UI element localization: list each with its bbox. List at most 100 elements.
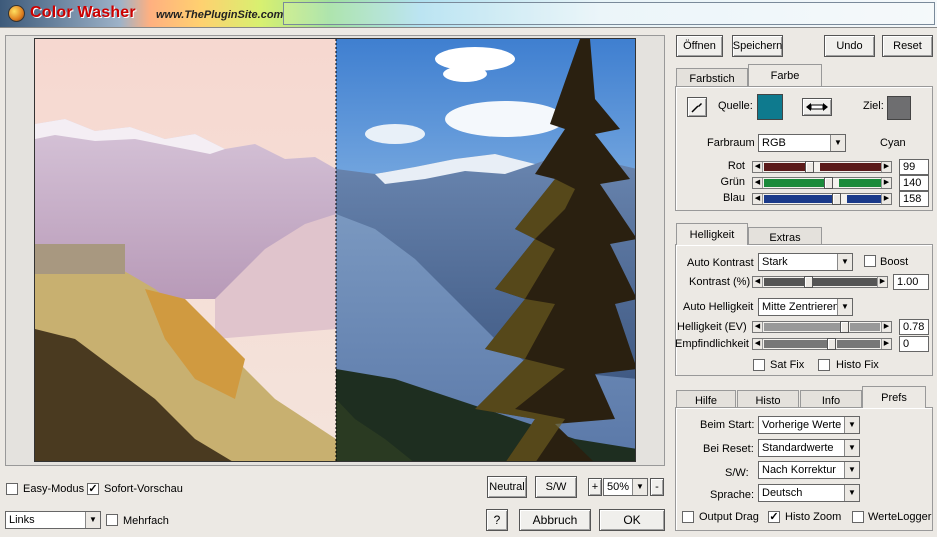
channel-label: Blau xyxy=(722,192,745,204)
auto-brightness-value: Mitte Zentrieren xyxy=(762,301,840,313)
eyedropper-button[interactable] xyxy=(687,97,707,117)
sensitivity-slider-track xyxy=(764,340,827,348)
histo-fix-label: Histo Fix xyxy=(836,359,879,371)
tab-helligkeit[interactable]: Helligkeit xyxy=(676,223,748,245)
slider-left-arrow-icon[interactable]: ◀ xyxy=(753,322,763,332)
undo-button[interactable]: Undo xyxy=(824,35,875,57)
channel-slider[interactable]: ◀ ▶ xyxy=(752,193,892,205)
channel-label: Rot xyxy=(727,160,745,172)
colorspace-label: Farbraum xyxy=(707,137,755,149)
sensitivity-value-field[interactable]: 0 xyxy=(899,336,929,352)
zoom-value: 50% xyxy=(607,481,630,493)
histo-zoom-checkbox[interactable]: ✓ xyxy=(768,511,780,523)
slider-left-arrow-icon[interactable]: ◀ xyxy=(753,162,763,172)
slider-right-arrow-icon[interactable]: ▶ xyxy=(881,194,891,204)
zoom-out-button[interactable]: - xyxy=(650,478,664,496)
brightness-slider-track xyxy=(764,323,840,331)
sw-setting-value: Nach Korrektur xyxy=(762,464,836,476)
brightness-slider-thumb[interactable] xyxy=(840,321,849,333)
language-label: Sprache: xyxy=(710,489,755,501)
easy-mode-label: Easy-Modus xyxy=(23,483,85,495)
auto-brightness-label: Auto Helligkeit xyxy=(683,301,754,313)
swap-colors-button[interactable] xyxy=(802,98,832,116)
app-title: Color Washer xyxy=(30,4,136,21)
contrast-slider-thumb[interactable] xyxy=(804,276,813,288)
channel-value-field[interactable]: 158 xyxy=(899,191,929,207)
live-preview-label: Sofort-Vorschau xyxy=(104,483,183,495)
chevron-down-icon: ▼ xyxy=(844,485,859,501)
slider-left-arrow-icon[interactable]: ◀ xyxy=(753,194,763,204)
contrast-slider[interactable]: ◀ ▶ xyxy=(752,276,888,288)
slider-right-arrow-icon[interactable]: ▶ xyxy=(881,339,891,349)
reset-setting-select[interactable]: Standardwerte ▼ xyxy=(758,439,860,457)
live-preview-checkbox[interactable]: ✓ xyxy=(87,483,99,495)
brightness-value-field[interactable]: 0.78 xyxy=(899,319,929,335)
sensitivity-label: Empfindlichkeit xyxy=(675,338,749,350)
sat-fix-checkbox[interactable] xyxy=(753,359,765,371)
multiple-checkbox[interactable] xyxy=(106,514,118,526)
brightness-slider[interactable]: ◀ ▶ xyxy=(752,321,892,333)
sensitivity-slider-track-right xyxy=(837,340,880,348)
slider-left-arrow-icon[interactable]: ◀ xyxy=(753,277,763,287)
slider-right-arrow-icon[interactable]: ▶ xyxy=(877,277,887,287)
language-select[interactable]: Deutsch ▼ xyxy=(758,484,860,502)
werte-logger-label: WerteLogger xyxy=(868,511,932,523)
sensitivity-slider[interactable]: ◀ ▶ xyxy=(752,338,892,350)
channel-slider-thumb[interactable] xyxy=(832,193,841,205)
sw-setting-select[interactable]: Nach Korrektur ▼ xyxy=(758,461,860,479)
ok-button[interactable]: OK xyxy=(599,509,665,531)
auto-brightness-select[interactable]: Mitte Zentrieren ▼ xyxy=(758,298,853,316)
open-button[interactable]: Öffnen xyxy=(676,35,723,57)
contrast-value-field[interactable]: 1.00 xyxy=(893,274,929,290)
easy-mode-checkbox[interactable] xyxy=(6,483,18,495)
histo-fix-checkbox[interactable] xyxy=(818,359,830,371)
app-url: www.ThePluginSite.com xyxy=(156,9,284,21)
save-button[interactable]: Speichern xyxy=(732,35,783,57)
channel-slider-thumb[interactable] xyxy=(824,177,833,189)
contrast-label: Kontrast (%) xyxy=(689,276,751,288)
app-logo-icon xyxy=(8,5,25,22)
sensitivity-slider-thumb[interactable] xyxy=(827,338,836,350)
slider-left-arrow-icon[interactable]: ◀ xyxy=(753,339,763,349)
channel-value-field[interactable]: 99 xyxy=(899,159,929,175)
channel-value-field[interactable]: 140 xyxy=(899,175,929,191)
help-button[interactable]: ? xyxy=(486,509,508,531)
channel-slider-track-right xyxy=(839,179,882,187)
werte-logger-checkbox[interactable] xyxy=(852,511,864,523)
channel-slider[interactable]: ◀ ▶ xyxy=(752,177,892,189)
tab-farbe[interactable]: Farbe xyxy=(748,64,822,86)
channel-slider-thumb[interactable] xyxy=(805,161,814,173)
chevron-down-icon: ▼ xyxy=(844,462,859,478)
source-color-swatch[interactable] xyxy=(757,94,783,120)
color-name: Cyan xyxy=(880,137,906,149)
tab-prefs[interactable]: Prefs xyxy=(862,386,926,408)
preview-photo xyxy=(35,39,635,461)
target-label: Ziel: xyxy=(863,100,884,112)
target-color-swatch[interactable] xyxy=(887,96,911,120)
cancel-button[interactable]: Abbruch xyxy=(519,509,591,531)
slider-right-arrow-icon[interactable]: ▶ xyxy=(881,178,891,188)
preview-image[interactable] xyxy=(34,38,636,462)
zoom-in-button[interactable]: + xyxy=(588,478,602,496)
neutral-button[interactable]: Neutral xyxy=(487,476,527,498)
boost-checkbox[interactable] xyxy=(864,255,876,267)
contrast-slider-track xyxy=(764,278,804,286)
reset-button[interactable]: Reset xyxy=(882,35,933,57)
output-drag-checkbox[interactable] xyxy=(682,511,694,523)
channel-slider-track-right xyxy=(847,195,882,203)
colorspace-value: RGB xyxy=(762,137,786,149)
slider-left-arrow-icon[interactable]: ◀ xyxy=(753,178,763,188)
colorspace-select[interactable]: RGB ▼ xyxy=(758,134,846,152)
tab-farbstich[interactable]: Farbstich xyxy=(676,68,748,88)
position-select[interactable]: Links ▼ xyxy=(5,511,101,529)
channel-slider[interactable]: ◀ ▶ xyxy=(752,161,892,173)
sw-button[interactable]: S/W xyxy=(535,476,577,498)
start-select[interactable]: Vorherige Werte ▼ xyxy=(758,416,860,434)
chevron-down-icon: ▼ xyxy=(837,254,852,270)
eyedropper-icon xyxy=(691,103,702,113)
slider-right-arrow-icon[interactable]: ▶ xyxy=(881,162,891,172)
slider-right-arrow-icon[interactable]: ▶ xyxy=(881,322,891,332)
auto-contrast-select[interactable]: Stark ▼ xyxy=(758,253,853,271)
zoom-select[interactable]: 50% ▼ xyxy=(603,478,648,496)
chevron-down-icon: ▼ xyxy=(632,479,647,495)
